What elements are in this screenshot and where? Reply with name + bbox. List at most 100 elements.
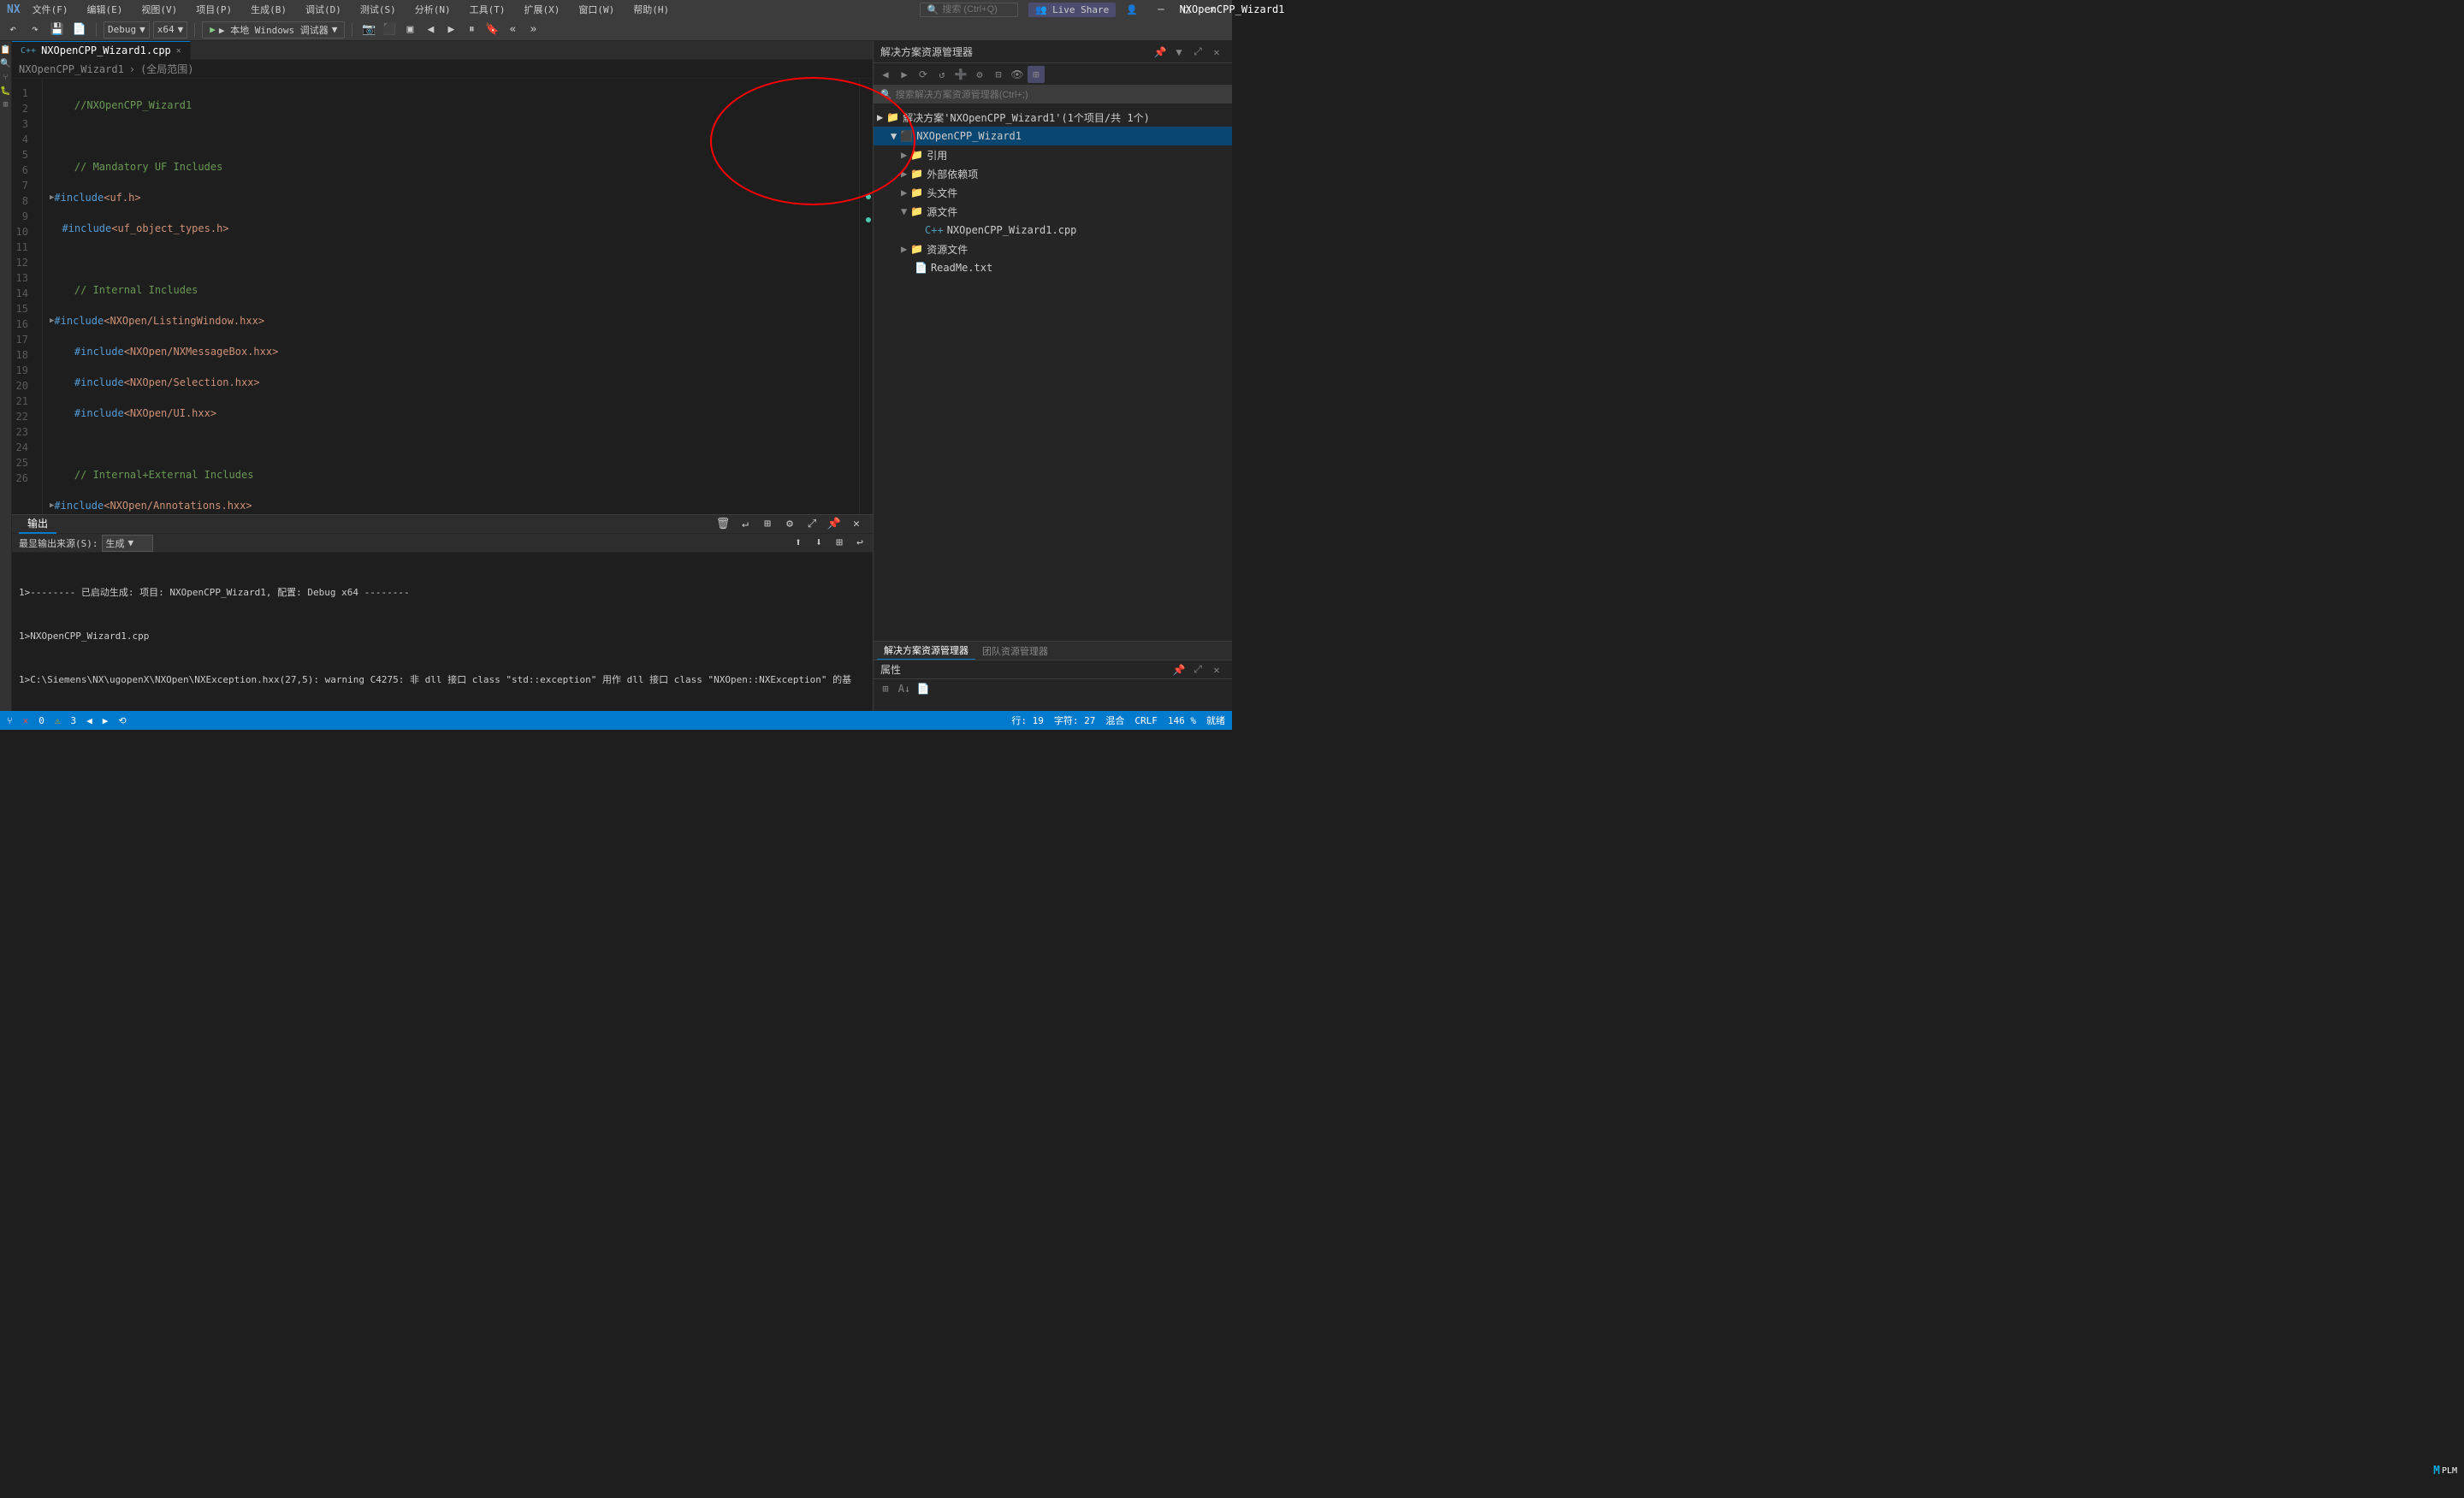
props-close-btn[interactable]: ✕ — [1208, 661, 1225, 678]
code-line-9: #include <NXOpen/NXMessageBox.hxx> — [50, 344, 852, 359]
nav1-btn[interactable]: « — [503, 21, 522, 38]
se-float-btn[interactable]: ⤢ — [1189, 44, 1206, 61]
tab-close-btn[interactable]: ✕ — [176, 46, 181, 56]
menu-build[interactable]: 生成(B) — [244, 1, 293, 18]
menu-project[interactable]: 项目(P) — [189, 1, 239, 18]
props-sort-category-btn[interactable]: ⊞ — [877, 680, 894, 697]
se-preview-btn[interactable]: 👁 — [1009, 66, 1026, 83]
se-properties-btn[interactable]: ⚙ — [971, 66, 988, 83]
run-dropdown-arrow: ▼ — [332, 24, 338, 35]
activity-explorer[interactable]: 📋 — [1, 44, 11, 55]
nav2-btn[interactable]: » — [524, 21, 542, 38]
debug-mode-dropdown[interactable]: Debug ▼ — [104, 21, 150, 38]
activity-git[interactable]: ⑂ — [1, 72, 11, 82]
forward-btn[interactable]: ▶ — [441, 21, 460, 38]
live-share-label: Live Share — [1052, 4, 1109, 15]
run-debugger-btn[interactable]: ▶ ▶ 本地 Windows 调试器 ▼ — [202, 21, 345, 38]
tool2-btn[interactable]: ▣ — [400, 21, 419, 38]
header-files-node[interactable]: ▶ 📁 头文件 — [874, 183, 1232, 202]
back-btn[interactable]: ◀ — [421, 21, 440, 38]
readme-node[interactable]: 📄 ReadMe.txt — [874, 258, 1232, 277]
solution-folder-icon: 📁 — [886, 111, 899, 123]
se-filter-btn[interactable]: ⊟ — [990, 66, 1007, 83]
menu-file[interactable]: 文件(F) — [26, 1, 75, 18]
output-content[interactable]: 1>-------- 已启动生成: 项目: NXOpenCPP_Wizard1,… — [12, 553, 873, 711]
minimize-btn[interactable]: ─ — [1148, 0, 1174, 19]
output-source-dropdown[interactable]: 生成 ▼ — [102, 535, 153, 552]
resource-files-node[interactable]: ▶ 📁 资源文件 — [874, 240, 1232, 258]
nav-back-btn[interactable]: ◀ — [86, 715, 92, 726]
menu-test[interactable]: 测试(S) — [353, 1, 403, 18]
output-nav-down[interactable]: ⬇ — [809, 535, 828, 552]
nav-sync-btn[interactable]: ⟲ — [118, 715, 126, 726]
se-refresh-btn[interactable]: ↺ — [933, 66, 951, 83]
se-close-btn[interactable]: ✕ — [1208, 44, 1225, 61]
readme-label: ReadMe.txt — [931, 262, 992, 274]
output-filter-btn[interactable]: ⊞ — [758, 516, 777, 533]
bottom-panels: 输出 🗑 ↵ ⊞ ⚙ ⤢ 📌 ✕ — [12, 514, 873, 711]
menu-window[interactable]: 窗口(W) — [572, 1, 621, 18]
se-toolbar: ◀ ▶ ⟳ ↺ ➕ ⚙ ⊟ 👁 ⊞ — [874, 63, 1232, 86]
se-add-btn[interactable]: ➕ — [952, 66, 969, 83]
undo-btn[interactable]: ↶ — [3, 21, 22, 38]
status-git-icon: ⑂ — [7, 715, 13, 726]
se-pin-btn[interactable]: 📌 — [1152, 44, 1169, 61]
redo-btn[interactable]: ↷ — [26, 21, 44, 38]
live-share-btn[interactable]: 👥 Live Share — [1028, 3, 1116, 17]
output-filter2[interactable]: ⊞ — [830, 535, 849, 552]
output-close-btn[interactable]: ✕ — [847, 516, 866, 533]
output-clear-btn[interactable]: 🗑 — [714, 516, 732, 533]
project-node[interactable]: ▼ ⬛ NXOpenCPP_Wizard1 — [874, 127, 1232, 145]
activity-debug[interactable]: 🐛 — [1, 86, 11, 96]
line-numbers: 1234567891011121314151617181920212223242… — [12, 79, 43, 514]
se-tab-solution[interactable]: 解决方案资源管理器 — [877, 642, 975, 660]
new-file-btn[interactable]: 📄 — [70, 21, 89, 38]
source-files-node[interactable]: ▼ 📁 源文件 — [874, 202, 1232, 221]
search-input[interactable] — [942, 4, 1010, 15]
bookmark-btn[interactable]: 🔖 — [483, 21, 501, 38]
se-expand-all-btn[interactable]: ⊞ — [1028, 66, 1045, 83]
menu-tools[interactable]: 工具(T) — [463, 1, 512, 18]
props-pin-btn[interactable]: 📌 — [1170, 661, 1188, 678]
se-sync-btn[interactable]: ⟳ — [915, 66, 932, 83]
source-icon: 📁 — [910, 205, 923, 217]
editor-tab-active[interactable]: C++ NXOpenCPP_Wizard1.cpp ✕ — [12, 41, 191, 60]
menu-edit[interactable]: 编辑(E) — [80, 1, 130, 18]
platform-dropdown[interactable]: x64 ▼ — [153, 21, 188, 38]
cpp-file-node[interactable]: C++ NXOpenCPP_Wizard1.cpp — [874, 221, 1232, 240]
output-settings-btn[interactable]: ⚙ — [780, 516, 799, 533]
activity-extensions[interactable]: ⊞ — [1, 99, 11, 110]
output-wrap-btn[interactable]: ↵ — [736, 516, 755, 533]
references-node[interactable]: ▶ 📁 引用 — [874, 145, 1232, 164]
menu-debug[interactable]: 调试(D) — [299, 1, 348, 18]
title-bar: NX 文件(F) 编辑(E) 视图(V) 项目(P) 生成(B) 调试(D) 测… — [0, 0, 1232, 19]
activity-search[interactable]: 🔍 — [1, 58, 11, 68]
code-editor[interactable]: 1234567891011121314151617181920212223242… — [12, 79, 873, 514]
output-nav-up[interactable]: ⬆ — [789, 535, 808, 552]
menu-help[interactable]: 帮助(H) — [626, 1, 676, 18]
props-pages-btn[interactable]: 📄 — [915, 680, 932, 697]
solution-root[interactable]: ▶ 📁 解决方案'NXOpenCPP_Wizard1'(1个项目/共 1个) — [874, 108, 1232, 127]
source-label: 源文件 — [927, 204, 957, 219]
se-forward-btn[interactable]: ▶ — [896, 66, 913, 83]
output-tab[interactable]: 输出 — [19, 514, 56, 534]
output-pin-btn[interactable]: 📌 — [825, 516, 844, 533]
props-sort-alpha-btn[interactable]: A↓ — [896, 680, 913, 697]
tool1-btn[interactable]: ⬛ — [380, 21, 399, 38]
menu-view[interactable]: 视图(V) — [134, 1, 184, 18]
se-search-input[interactable] — [896, 90, 1225, 100]
output-float-btn[interactable]: ⤢ — [803, 516, 821, 533]
menu-analyze[interactable]: 分析(N) — [408, 1, 458, 18]
external-deps-node[interactable]: ▶ 📁 外部依赖项 — [874, 164, 1232, 183]
stop-btn[interactable]: ⏸ — [462, 21, 481, 38]
camera-btn[interactable]: 📷 — [359, 21, 378, 38]
se-back-btn[interactable]: ◀ — [877, 66, 894, 83]
menu-extensions[interactable]: 扩展(X) — [518, 1, 567, 18]
se-arrow-btn[interactable]: ▼ — [1170, 44, 1188, 61]
props-float-btn[interactable]: ⤢ — [1189, 661, 1206, 678]
nav-forward-btn[interactable]: ▶ — [103, 715, 109, 726]
save-btn[interactable]: 💾 — [48, 21, 67, 38]
output-word-wrap[interactable]: ↩ — [850, 535, 869, 552]
code-content[interactable]: //NXOpenCPP_Wizard1 // Mandatory UF Incl… — [43, 79, 859, 514]
se-tab-team[interactable]: 团队资源管理器 — [975, 642, 1055, 660]
